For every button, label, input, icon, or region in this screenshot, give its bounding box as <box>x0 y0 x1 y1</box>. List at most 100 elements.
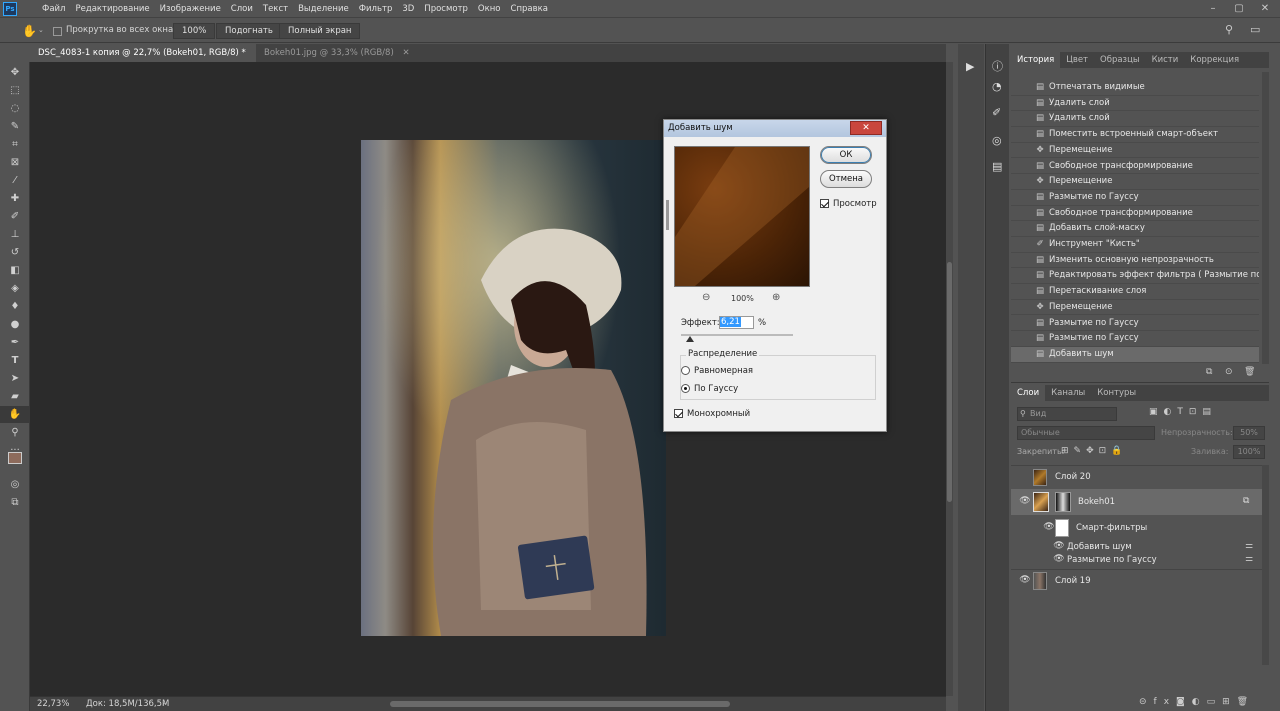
filter-options-icon[interactable]: ⚌ <box>1245 554 1253 564</box>
zoom-out-icon[interactable]: ⊖ <box>702 292 710 303</box>
adjustments-icon[interactable]: ◎ <box>992 134 1002 147</box>
healing-tool-icon[interactable]: ✚ <box>0 190 30 207</box>
tab-history[interactable]: История <box>1011 52 1061 68</box>
vertical-scrollbar[interactable] <box>946 62 953 696</box>
path-select-tool-icon[interactable]: ➤ <box>0 370 30 387</box>
fit-screen-button[interactable]: Подогнать <box>216 23 282 39</box>
chevron-down-icon[interactable]: ⌄ <box>38 26 44 34</box>
color-icon[interactable]: ◔ <box>992 80 1002 93</box>
close-icon[interactable]: ✕ <box>1252 0 1278 18</box>
menu-filter[interactable]: Фильтр <box>354 0 398 18</box>
effect-input[interactable]: 6,21 <box>719 316 754 329</box>
ok-button[interactable]: ОК <box>820 146 872 164</box>
workspace-icon[interactable]: ▭ <box>1250 23 1260 36</box>
gaussian-radio[interactable] <box>681 384 690 396</box>
foreground-color-swatch[interactable] <box>8 452 22 464</box>
menu-select[interactable]: Выделение <box>293 0 354 18</box>
history-scrollbar[interactable] <box>1262 72 1269 364</box>
type-tool-icon[interactable]: T <box>0 352 30 369</box>
blend-mode-select[interactable]: Обычные <box>1017 426 1155 440</box>
history-item[interactable]: ▤ Размытие по Гауссу <box>1011 331 1259 347</box>
shape-tool-icon[interactable]: ▰ <box>0 388 30 405</box>
dialog-close-icon[interactable]: ✕ <box>850 121 882 135</box>
tab-channels[interactable]: Каналы <box>1045 385 1091 401</box>
move-tool-icon[interactable]: ✥ <box>0 64 30 81</box>
history-item[interactable]: ▤ Размытие по Гауссу <box>1011 190 1259 206</box>
info-icon[interactable]: ⓘ <box>992 58 1003 74</box>
eye-icon[interactable]: 👁 <box>1043 522 1055 532</box>
quick-mask-icon[interactable]: ◎ <box>0 476 30 493</box>
effect-slider-thumb[interactable] <box>686 336 694 342</box>
blur-tool-icon[interactable]: ♦ <box>0 298 30 315</box>
tab-adjustments[interactable]: Коррекция <box>1184 52 1245 68</box>
menu-layers[interactable]: Слои <box>226 0 258 18</box>
layer-row-layer20[interactable]: Слой 20 <box>1011 465 1269 487</box>
history-item[interactable]: ✥ Перемещение <box>1011 300 1259 316</box>
menu-image[interactable]: Изображение <box>155 0 226 18</box>
marquee-tool-icon[interactable]: ⬚ <box>0 82 30 99</box>
filter-row-add-noise[interactable]: 👁 Добавить шум ⚌ <box>1011 541 1269 554</box>
search-icon[interactable]: ⚲ <box>1225 23 1233 36</box>
gradient-tool-icon[interactable]: ◈ <box>0 280 30 297</box>
layers-scrollbar[interactable] <box>1262 465 1269 665</box>
maximize-icon[interactable]: ▢ <box>1226 0 1252 18</box>
menu-file[interactable]: Файл <box>37 0 70 18</box>
menu-help[interactable]: Справка <box>506 0 553 18</box>
history-item[interactable]: ▤ Добавить шум <box>1011 346 1259 363</box>
zoom-tool-icon[interactable]: ⚲ <box>0 424 30 441</box>
monochrome-checkbox[interactable] <box>674 409 683 421</box>
history-item[interactable]: ✥ Перемещение <box>1011 143 1259 159</box>
chevron-right-icon[interactable]: › <box>162 699 165 708</box>
layer-action-icons[interactable]: ⊝fx◙◐▭⊞🗑 <box>1139 697 1255 707</box>
eye-icon[interactable]: 👁 <box>1019 496 1031 506</box>
history-item[interactable]: ▤ Отпечатать видимые <box>1011 80 1259 96</box>
tab-document-active[interactable]: DSC_4083-1 копия @ 22,7% (Bokeh01, RGB/8… <box>30 44 256 76</box>
zoom-100-button[interactable]: 100% <box>173 23 216 39</box>
eye-icon[interactable]: 👁 <box>1019 575 1031 585</box>
uniform-radio[interactable] <box>681 366 690 378</box>
history-item[interactable]: ✐ Инструмент "Кисть" <box>1011 237 1259 253</box>
frame-tool-icon[interactable]: ⊠ <box>0 154 30 171</box>
eye-icon[interactable]: 👁 <box>1053 541 1065 551</box>
layer-filter-input[interactable]: ⚲ Вид <box>1017 407 1117 421</box>
cancel-button[interactable]: Отмена <box>820 170 872 188</box>
effect-slider[interactable] <box>681 334 793 336</box>
history-item[interactable]: ▤ Удалить слой <box>1011 96 1259 112</box>
close-tab-icon[interactable]: ✕ <box>402 48 409 58</box>
history-item[interactable]: ▤ Удалить слой <box>1011 111 1259 128</box>
quick-select-tool-icon[interactable]: ✎ <box>0 118 30 135</box>
stamp-tool-icon[interactable]: ⊥ <box>0 226 30 243</box>
lock-icons[interactable]: ⊞✎✥⊡🔒 <box>1061 446 1127 456</box>
preview-checkbox[interactable] <box>820 199 829 211</box>
tab-swatches[interactable]: Образцы <box>1094 52 1146 68</box>
brush-tool-icon[interactable]: ✐ <box>0 208 30 225</box>
layer-row-bokeh01[interactable]: 👁 Bokeh01 ⧉ <box>1011 489 1269 515</box>
opacity-input[interactable]: 50% <box>1233 426 1265 440</box>
history-item[interactable]: ▤ Свободное трансформирование <box>1011 159 1259 175</box>
layer-row-layer19[interactable]: 👁 Слой 19 <box>1011 569 1269 591</box>
menu-text[interactable]: Текст <box>258 0 293 18</box>
lasso-tool-icon[interactable]: ◌ <box>0 100 30 117</box>
history-brush-tool-icon[interactable]: ↺ <box>0 244 30 261</box>
tab-document-bokeh[interactable]: Bokeh01.jpg @ 33,3% (RGB/8) ✕ <box>256 44 436 62</box>
dodge-tool-icon[interactable]: ● <box>0 316 30 333</box>
hand-tool-icon[interactable]: ✋ <box>22 24 37 38</box>
history-item[interactable]: ▤ Редактировать эффект фильтра ( Размытие… <box>1011 268 1259 285</box>
history-item[interactable]: ▤ Размытие по Гауссу <box>1011 316 1259 332</box>
eyedropper-tool-icon[interactable]: ⁄ <box>0 172 30 189</box>
history-item[interactable]: ▤ Свободное трансформирование <box>1011 206 1259 222</box>
menu-view[interactable]: Просмотр <box>419 0 473 18</box>
zoom-in-icon[interactable]: ⊕ <box>772 292 780 303</box>
history-item[interactable]: ▤ Перетаскивание слоя <box>1011 284 1259 300</box>
minimize-icon[interactable]: – <box>1200 0 1226 18</box>
horizontal-scrollbar[interactable] <box>390 701 730 707</box>
layer-filter-icons[interactable]: ▣◐T⊡▤ <box>1149 407 1217 417</box>
libraries-icon[interactable]: ▤ <box>992 160 1002 173</box>
tab-layers[interactable]: Слои <box>1011 385 1046 401</box>
menu-window[interactable]: Окно <box>473 0 506 18</box>
filter-row-gaussian-blur[interactable]: 👁 Размытие по Гауссу ⚌ <box>1011 554 1269 567</box>
menu-edit[interactable]: Редактирование <box>70 0 154 18</box>
crop-tool-icon[interactable]: ⌗ <box>0 136 30 153</box>
history-item[interactable]: ✥ Перемещение <box>1011 174 1259 190</box>
trash-icon[interactable]: 🗑 <box>1244 367 1255 377</box>
